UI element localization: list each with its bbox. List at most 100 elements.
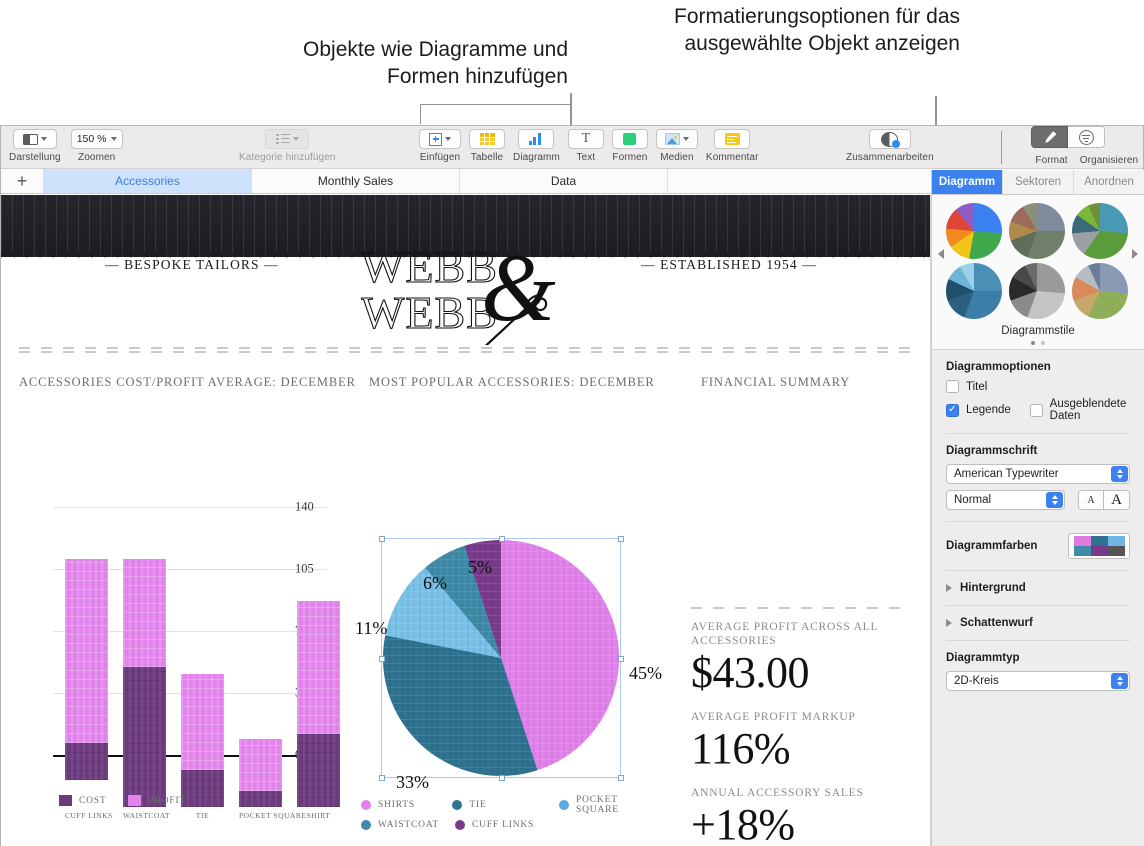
bar-waistcoat[interactable]: WAISTCOAT	[123, 559, 170, 820]
resize-handle-nw[interactable]	[378, 535, 385, 542]
chart-type-select[interactable]: 2D-Kreis	[946, 671, 1130, 691]
shapes-control[interactable]: Formen	[611, 126, 648, 163]
resize-handle-se[interactable]	[617, 774, 624, 781]
chart-style-thumb-1[interactable]	[946, 203, 1002, 259]
background-title: Hintergrund	[960, 582, 1026, 594]
add-category-control[interactable]: Kategorie hinzufügen	[239, 126, 336, 163]
zoom-control[interactable]: 150 % Zoomen	[70, 126, 123, 163]
option-title-row[interactable]: Titel	[946, 380, 1130, 393]
chart-control[interactable]: Diagramm	[513, 126, 560, 163]
legend-swatch-cuff-links	[455, 820, 465, 830]
add-sheet-button[interactable]: +	[1, 169, 44, 193]
chart-options-section: Diagrammoptionen Titel Legende Ausgeblen…	[932, 350, 1144, 422]
tab-anordnen[interactable]: Anordnen	[1074, 170, 1144, 194]
styles-pagination[interactable]	[932, 341, 1144, 345]
zoom-button[interactable]: 150 %	[70, 129, 123, 149]
title-checkbox[interactable]	[946, 380, 959, 393]
styles-page-dot-2[interactable]	[1041, 341, 1045, 345]
view-control[interactable]: Darstellung	[9, 126, 61, 163]
collaborate-control[interactable]: Zusammenarbeiten	[846, 126, 934, 163]
document-canvas[interactable]: — BESPOKE TAILORS — — ESTABLISHED 1954 —…	[1, 195, 931, 846]
text-button[interactable]: T	[567, 129, 604, 149]
tagline-left: — BESPOKE TAILORS —	[105, 257, 279, 272]
text-control[interactable]: T Text	[567, 126, 604, 163]
bar-chart[interactable]: 140 105 70 35 0 CUFF LINKS WAISTCOAT	[15, 500, 340, 820]
comment-control[interactable]: Kommentar	[706, 126, 759, 163]
styles-next-arrow-icon[interactable]	[1132, 249, 1138, 259]
shadow-section[interactable]: Schattenwurf	[932, 606, 1144, 629]
chart-style-thumb-3[interactable]	[1072, 203, 1128, 259]
legend-label-tie: TIE	[469, 800, 487, 810]
media-button[interactable]	[655, 129, 698, 149]
hidden-data-checkbox[interactable]	[1029, 403, 1043, 417]
toolbar-divider	[1001, 131, 1002, 164]
chart-colors-swatch-button[interactable]	[1068, 533, 1130, 559]
stepper-icon[interactable]	[1046, 492, 1063, 508]
font-family-select[interactable]: American Typewriter	[946, 464, 1130, 484]
chart-button[interactable]	[518, 129, 555, 149]
font-style-select[interactable]: Normal	[946, 490, 1065, 510]
collaborate-button[interactable]	[868, 129, 911, 149]
add-category-button[interactable]	[265, 129, 310, 149]
decrease-font-size-button[interactable]: A	[1078, 490, 1104, 510]
bar-shirt[interactable]: SHIRT	[297, 601, 340, 820]
divider-rule-top	[19, 347, 913, 353]
increase-font-size-button[interactable]: A	[1104, 490, 1130, 510]
bar-cuff-links[interactable]: CUFF LINKS	[65, 559, 112, 820]
resize-handle-e[interactable]	[617, 656, 624, 662]
chevron-down-icon	[682, 137, 689, 141]
tab-diagramm[interactable]: Diagramm	[932, 170, 1003, 194]
styles-prev-arrow-icon[interactable]	[938, 249, 944, 259]
shapes-button[interactable]	[611, 129, 648, 149]
comment-button[interactable]	[714, 129, 751, 149]
format-button[interactable]	[1031, 126, 1068, 148]
tab-sektoren[interactable]: Sektoren	[1003, 170, 1074, 194]
shape-square-icon	[623, 133, 637, 145]
resize-handle-n[interactable]	[499, 535, 505, 542]
bar-pocket-square[interactable]: POCKET SQUARE	[239, 739, 306, 820]
legend-item-shirts: SHIRTS	[361, 795, 452, 815]
insert-button[interactable]	[419, 129, 461, 149]
disclosure-triangle-icon[interactable]	[946, 619, 952, 627]
callout-format-options: Formatierungsoptionen für das ausgewählt…	[674, 5, 960, 55]
chart-style-thumb-6[interactable]	[1072, 263, 1128, 319]
view-button[interactable]	[12, 129, 57, 149]
color-cell-1	[1073, 536, 1091, 546]
bar-segment-profit	[239, 739, 282, 791]
pie-label-waistcoat: 33%	[396, 772, 429, 792]
selection-box[interactable]	[378, 535, 624, 781]
insert-control[interactable]: Einfügen	[419, 126, 461, 163]
chevron-down-icon	[40, 137, 47, 141]
format-organize-toggle[interactable]	[1031, 126, 1105, 148]
resize-handle-s[interactable]	[499, 774, 505, 781]
resize-handle-sw[interactable]	[378, 774, 385, 781]
styles-page-dot-1[interactable]	[1031, 341, 1035, 345]
chart-style-thumb-5[interactable]	[1009, 263, 1065, 319]
chart-style-thumb-4[interactable]	[946, 263, 1002, 319]
pie-chart[interactable]: 45% 33% 11% 5% 6% SHIRTS TIE POCKET SQUA…	[353, 507, 673, 830]
table-control[interactable]: Tabelle	[469, 126, 505, 163]
chart-font-section: Diagrammschrift American Typewriter Norm…	[932, 434, 1144, 510]
sheet-tab-accessories[interactable]: Accessories	[44, 169, 252, 193]
resize-handle-ne[interactable]	[617, 535, 624, 542]
disclosure-triangle-icon[interactable]	[946, 584, 952, 592]
media-control[interactable]: Medien	[655, 126, 698, 163]
organize-button[interactable]	[1068, 126, 1105, 148]
chart-style-thumb-2[interactable]	[1009, 203, 1065, 259]
legend-checkbox[interactable]	[946, 403, 959, 417]
table-button[interactable]	[469, 129, 505, 149]
title-checkbox-label: Titel	[966, 380, 988, 393]
legend-label-pocket-square: POCKET SQUARE	[576, 795, 619, 815]
wordmark-ampersand: &	[481, 240, 556, 341]
sheet-tab-monthly-sales[interactable]: Monthly Sales	[252, 169, 460, 193]
comment-label: Kommentar	[705, 152, 759, 163]
chart-font-title: Diagrammschrift	[946, 445, 1038, 457]
stepper-icon[interactable]	[1111, 466, 1128, 482]
bar-tie[interactable]: TIE	[181, 674, 224, 820]
resize-handle-w[interactable]	[378, 656, 385, 662]
legend-item-profit: PROFIT	[128, 795, 186, 806]
background-section[interactable]: Hintergrund	[932, 571, 1144, 594]
stepper-icon[interactable]	[1111, 673, 1128, 689]
sheet-tab-data[interactable]: Data	[460, 169, 668, 193]
inspector-tabs: Diagramm Sektoren Anordnen	[932, 170, 1144, 195]
